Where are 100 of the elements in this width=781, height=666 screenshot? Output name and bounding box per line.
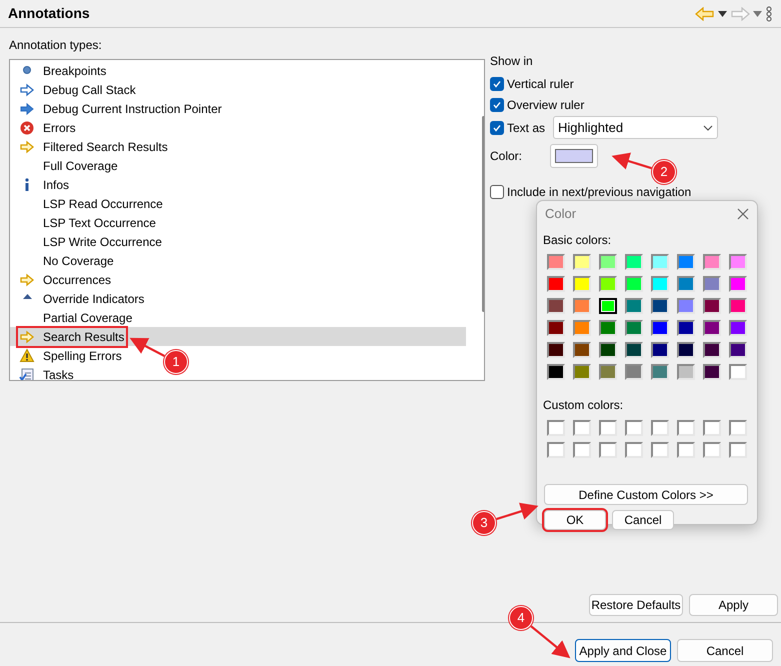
checkbox[interactable] <box>490 98 504 112</box>
list-item[interactable]: Debug Call Stack <box>18 80 138 98</box>
color-swatch[interactable] <box>729 442 747 458</box>
color-swatch[interactable] <box>651 298 669 314</box>
color-swatch[interactable] <box>599 420 617 436</box>
color-swatch[interactable] <box>729 342 747 358</box>
page-button[interactable]: Apply <box>689 594 778 616</box>
color-swatch[interactable] <box>703 320 721 336</box>
color-swatch[interactable] <box>703 254 721 270</box>
color-swatch[interactable] <box>625 420 643 436</box>
color-swatch[interactable] <box>729 320 747 336</box>
color-swatch[interactable] <box>651 342 669 358</box>
color-swatch[interactable] <box>573 364 591 380</box>
page-button[interactable]: Restore Defaults <box>589 594 683 616</box>
footer-button[interactable]: Cancel <box>677 639 773 662</box>
color-swatch[interactable] <box>573 442 591 458</box>
tasks-icon <box>19 366 35 380</box>
caret-icon[interactable] <box>718 10 727 16</box>
color-swatch[interactable] <box>547 320 565 336</box>
color-swatch[interactable] <box>625 254 643 270</box>
color-swatch[interactable] <box>547 342 565 358</box>
list-item[interactable]: Override Indicators <box>18 290 146 308</box>
list-item[interactable]: Errors <box>18 118 78 136</box>
color-swatch[interactable] <box>599 254 617 270</box>
define-colors-button[interactable]: Define Custom Colors >> <box>544 484 748 505</box>
color-swatch[interactable] <box>547 254 565 270</box>
list-item[interactable]: Full Coverage <box>18 156 120 174</box>
color-swatch[interactable] <box>599 276 617 292</box>
dialog-button[interactable]: OK <box>544 510 606 530</box>
color-swatch[interactable] <box>599 342 617 358</box>
color-swatch[interactable] <box>573 254 591 270</box>
color-swatch[interactable] <box>703 276 721 292</box>
checkbox[interactable] <box>490 120 504 134</box>
footer-button[interactable]: Apply and Close <box>575 639 671 662</box>
color-swatch[interactable] <box>625 342 643 358</box>
color-swatch[interactable] <box>677 442 695 458</box>
color-swatch[interactable] <box>599 364 617 380</box>
color-swatch[interactable] <box>625 298 643 314</box>
color-swatch[interactable] <box>547 364 565 380</box>
color-swatch[interactable] <box>703 342 721 358</box>
list-item[interactable]: Debug Current Instruction Pointer <box>18 100 224 118</box>
color-swatch[interactable] <box>729 364 747 380</box>
color-swatch[interactable] <box>625 320 643 336</box>
section-label: Custom colors: <box>543 397 624 414</box>
color-swatch[interactable] <box>573 298 591 314</box>
list-item[interactable]: Occurrences <box>18 270 114 288</box>
color-swatch[interactable] <box>625 364 643 380</box>
color-swatch[interactable] <box>677 364 695 380</box>
color-swatch[interactable] <box>651 276 669 292</box>
color-swatch[interactable] <box>547 420 565 436</box>
color-swatch[interactable] <box>677 254 695 270</box>
color-swatch[interactable] <box>703 298 721 314</box>
color-swatch[interactable] <box>547 276 565 292</box>
checkbox[interactable] <box>490 76 504 90</box>
color-swatch[interactable] <box>573 420 591 436</box>
color-swatch[interactable] <box>651 254 669 270</box>
color-swatch[interactable] <box>729 298 747 314</box>
color-swatch[interactable] <box>703 364 721 380</box>
list-item[interactable]: Filtered Search Results <box>18 138 170 156</box>
color-swatch[interactable] <box>625 276 643 292</box>
color-swatch[interactable] <box>677 342 695 358</box>
color-swatch[interactable] <box>651 442 669 458</box>
color-swatch[interactable] <box>547 442 565 458</box>
color-swatch[interactable] <box>599 442 617 458</box>
checkbox[interactable] <box>490 185 504 199</box>
list-item[interactable]: Tasks <box>18 366 76 380</box>
color-swatch[interactable] <box>677 320 695 336</box>
dialog-button[interactable]: Cancel <box>612 510 674 530</box>
color-swatch[interactable] <box>729 276 747 292</box>
color-swatch[interactable] <box>651 320 669 336</box>
list-item[interactable]: Breakpoints <box>18 62 108 80</box>
list-item[interactable]: Spelling Errors <box>18 346 124 364</box>
color-swatch[interactable] <box>677 420 695 436</box>
dropdown-field[interactable]: Highlighted <box>553 116 718 139</box>
list-item[interactable]: Partial Coverage <box>18 308 134 326</box>
color-swatch[interactable] <box>573 276 591 292</box>
list-item[interactable]: LSP Write Occurrence <box>18 232 164 250</box>
color-swatch[interactable] <box>677 298 695 314</box>
callout-number: 2 <box>652 160 676 184</box>
color-swatch[interactable] <box>651 420 669 436</box>
color-swatch[interactable] <box>599 298 617 314</box>
close-icon[interactable] <box>737 208 749 220</box>
list-item[interactable]: No Coverage <box>18 252 116 270</box>
list-item[interactable]: LSP Text Occurrence <box>18 214 158 232</box>
list-item[interactable]: Infos <box>18 176 72 194</box>
more-icon[interactable] <box>765 6 773 22</box>
color-swatch[interactable] <box>547 298 565 314</box>
callout-arrow <box>496 502 538 520</box>
color-swatch[interactable] <box>703 442 721 458</box>
color-swatch[interactable] <box>677 276 695 292</box>
color-swatch[interactable] <box>573 320 591 336</box>
color-swatch[interactable] <box>729 420 747 436</box>
list-item[interactable]: LSP Read Occurrence <box>18 194 165 212</box>
color-button[interactable] <box>550 144 598 168</box>
color-swatch[interactable] <box>651 364 669 380</box>
color-swatch[interactable] <box>599 320 617 336</box>
color-swatch[interactable] <box>729 254 747 270</box>
color-swatch[interactable] <box>573 342 591 358</box>
color-swatch[interactable] <box>625 442 643 458</box>
color-swatch[interactable] <box>703 420 721 436</box>
